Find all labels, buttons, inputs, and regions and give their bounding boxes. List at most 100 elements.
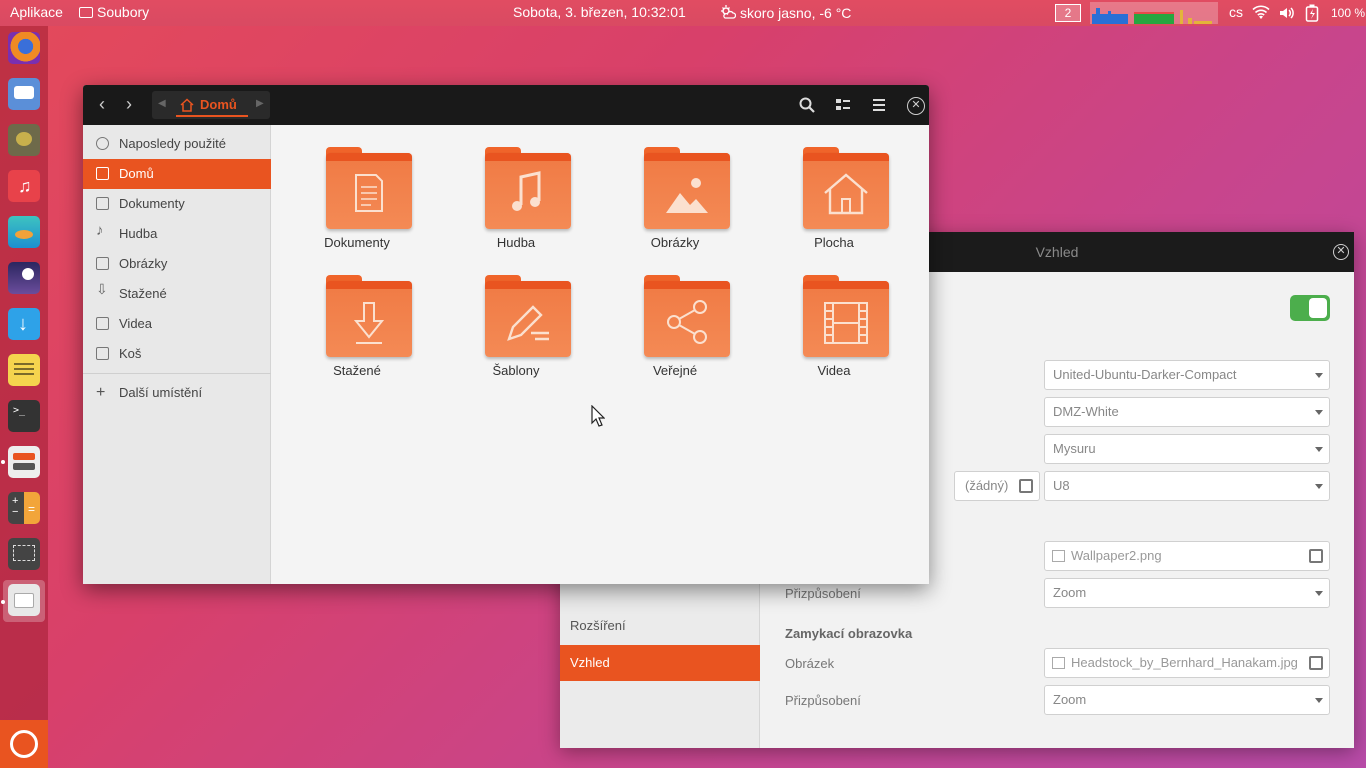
music-icon[interactable]: ♫: [8, 170, 40, 202]
shell-theme-select[interactable]: U8: [1044, 471, 1330, 501]
document-icon: [96, 197, 109, 210]
running-indicator: [1, 600, 5, 604]
forward-button[interactable]: ›: [121, 95, 137, 114]
battery-percent: 100 %: [1331, 6, 1366, 20]
files-icon[interactable]: [8, 584, 40, 616]
lock-adjust-select[interactable]: Zoom: [1044, 685, 1330, 715]
system-monitor-graph[interactable]: [1090, 2, 1218, 24]
cursor-theme-select[interactable]: DMZ-White: [1044, 397, 1330, 427]
sidebar-item-pictures[interactable]: Obrázky: [83, 249, 271, 279]
sidebar-item-music[interactable]: ♪ Hudba: [83, 219, 271, 249]
photos-icon[interactable]: [8, 216, 40, 248]
folder-item-music[interactable]: Hudba: [461, 147, 571, 257]
sidebar-item-label: Obrázky: [119, 256, 168, 271]
notes-icon[interactable]: [8, 354, 40, 386]
ubuntu-logo-icon: [10, 730, 38, 758]
volume-icon[interactable]: [1278, 5, 1296, 21]
sidebar-item-trash[interactable]: Koš: [83, 339, 271, 369]
files-app-label: Soubory: [97, 4, 150, 20]
chevron-down-icon: [1315, 484, 1323, 489]
folder-item-templates[interactable]: Šablony: [461, 275, 571, 385]
workspace-indicator[interactable]: 2: [1055, 4, 1081, 22]
chevron-down-icon: [1315, 591, 1323, 596]
messaging-icon[interactable]: [8, 78, 40, 110]
sidebar-item-downloads[interactable]: ⇩ Stažené: [83, 279, 271, 309]
folder-item-downloads[interactable]: Stažené: [302, 275, 412, 385]
keyboard-layout[interactable]: cs: [1229, 4, 1243, 20]
breadcrumb[interactable]: ◀ Domů ▶: [152, 91, 270, 119]
film-icon: [96, 317, 109, 330]
settings-tweak-icon[interactable]: [8, 446, 40, 478]
icon-theme-select[interactable]: Mysuru: [1044, 434, 1330, 464]
terminal-icon[interactable]: >_: [8, 400, 40, 432]
downloader-icon[interactable]: ↓: [8, 308, 40, 340]
breadcrumb-home-label: Domů: [200, 97, 237, 112]
sidebar-item-documents[interactable]: Dokumenty: [83, 189, 271, 219]
shell-theme-file-button[interactable]: (žádný): [954, 471, 1040, 501]
mouse-pointer-icon: [591, 405, 605, 427]
folder-item-desktop[interactable]: Plocha: [779, 147, 889, 257]
sidebar-item-home[interactable]: Domů: [83, 159, 271, 189]
breadcrumb-right-arrow-icon[interactable]: ▶: [256, 98, 264, 109]
chevron-down-icon: [1315, 447, 1323, 452]
firefox-icon[interactable]: [8, 32, 40, 64]
lock-image-file-button[interactable]: Headstock_by_Bernhard_Hanakam.jpg: [1044, 648, 1330, 678]
close-icon[interactable]: ✕: [907, 97, 925, 115]
sidebar-item-label: Naposledy použité: [119, 136, 226, 151]
sidebar-item-extensions[interactable]: Rozšíření: [560, 608, 760, 644]
clock-icon: [96, 137, 109, 150]
document-emblem-icon: [355, 174, 383, 212]
sidebar-item-appearance[interactable]: Vzhled: [560, 645, 760, 681]
image-file-icon: [1052, 550, 1065, 562]
folder-name: Stažené: [333, 363, 381, 378]
battery-charging-icon[interactable]: [1305, 4, 1319, 22]
lock-adjust-label: Přizpůsobení: [785, 693, 861, 708]
files-app-menu[interactable]: Soubory: [79, 4, 149, 20]
sidebar-item-other-locations[interactable]: + Další umístění: [83, 378, 271, 408]
screenshot-icon[interactable]: [8, 538, 40, 570]
lock-adjust-value: Zoom: [1053, 692, 1087, 707]
night-sky-icon[interactable]: [8, 262, 40, 294]
sidebar-separator: [83, 373, 271, 374]
weather-indicator[interactable]: skoro jasno, -6 °C: [720, 4, 851, 21]
folder-item-public[interactable]: Veřejné: [620, 275, 730, 385]
folder-item-documents[interactable]: Dokumenty: [302, 147, 412, 257]
wifi-icon[interactable]: [1252, 5, 1270, 21]
view-list-icon[interactable]: [834, 96, 852, 114]
music-emblem-icon: [512, 171, 541, 211]
gtk-theme-select[interactable]: United-Ubuntu-Darker-Compact: [1044, 360, 1330, 390]
applications-menu[interactable]: Aplikace: [10, 4, 63, 20]
hamburger-menu-icon[interactable]: [870, 96, 888, 114]
folder-item-pictures[interactable]: Obrázky: [620, 147, 730, 257]
shell-theme-value: U8: [1053, 478, 1070, 493]
sidebar-item-recent[interactable]: Naposledy použité: [83, 129, 271, 159]
folder-grid: Dokumenty Hudba Obrázky Plocha Stažené Š…: [271, 125, 929, 584]
sidebar-item-videos[interactable]: Videa: [83, 309, 271, 339]
plus-icon: +: [96, 384, 106, 401]
download-emblem-icon: [353, 302, 385, 344]
gimp-icon[interactable]: [8, 124, 40, 156]
animations-toggle[interactable]: [1290, 295, 1330, 321]
wallpaper-file-name: Wallpaper2.png: [1071, 548, 1162, 563]
open-file-icon: [1019, 479, 1033, 493]
ubuntu-logo-button[interactable]: [0, 720, 48, 768]
template-emblem-icon: [507, 305, 549, 341]
folder-item-videos[interactable]: Videa: [779, 275, 889, 385]
breadcrumb-left-arrow-icon[interactable]: ◀: [158, 98, 166, 109]
back-button[interactable]: ‹: [94, 95, 110, 114]
top-panel: Aplikace Soubory Sobota, 3. březen, 10:3…: [0, 0, 1366, 26]
open-file-icon: [1309, 549, 1323, 563]
icon-theme-value: Mysuru: [1053, 441, 1096, 456]
calculator-icon[interactable]: + − =: [8, 492, 40, 524]
search-icon[interactable]: [798, 96, 816, 114]
sidebar-item-label: Koš: [119, 346, 142, 361]
clock[interactable]: Sobota, 3. březen, 10:32:01: [513, 4, 686, 20]
chevron-down-icon: [1315, 698, 1323, 703]
sidebar-item-label: Stažené: [119, 286, 167, 301]
close-icon[interactable]: ✕: [1333, 244, 1349, 260]
download-icon: ⇩: [96, 281, 108, 297]
wallpaper-file-button[interactable]: Wallpaper2.png: [1044, 541, 1330, 571]
lock-image-label: Obrázek: [785, 656, 835, 671]
sidebar-item-label: Dokumenty: [119, 196, 185, 211]
wallpaper-adjust-select[interactable]: Zoom: [1044, 578, 1330, 608]
